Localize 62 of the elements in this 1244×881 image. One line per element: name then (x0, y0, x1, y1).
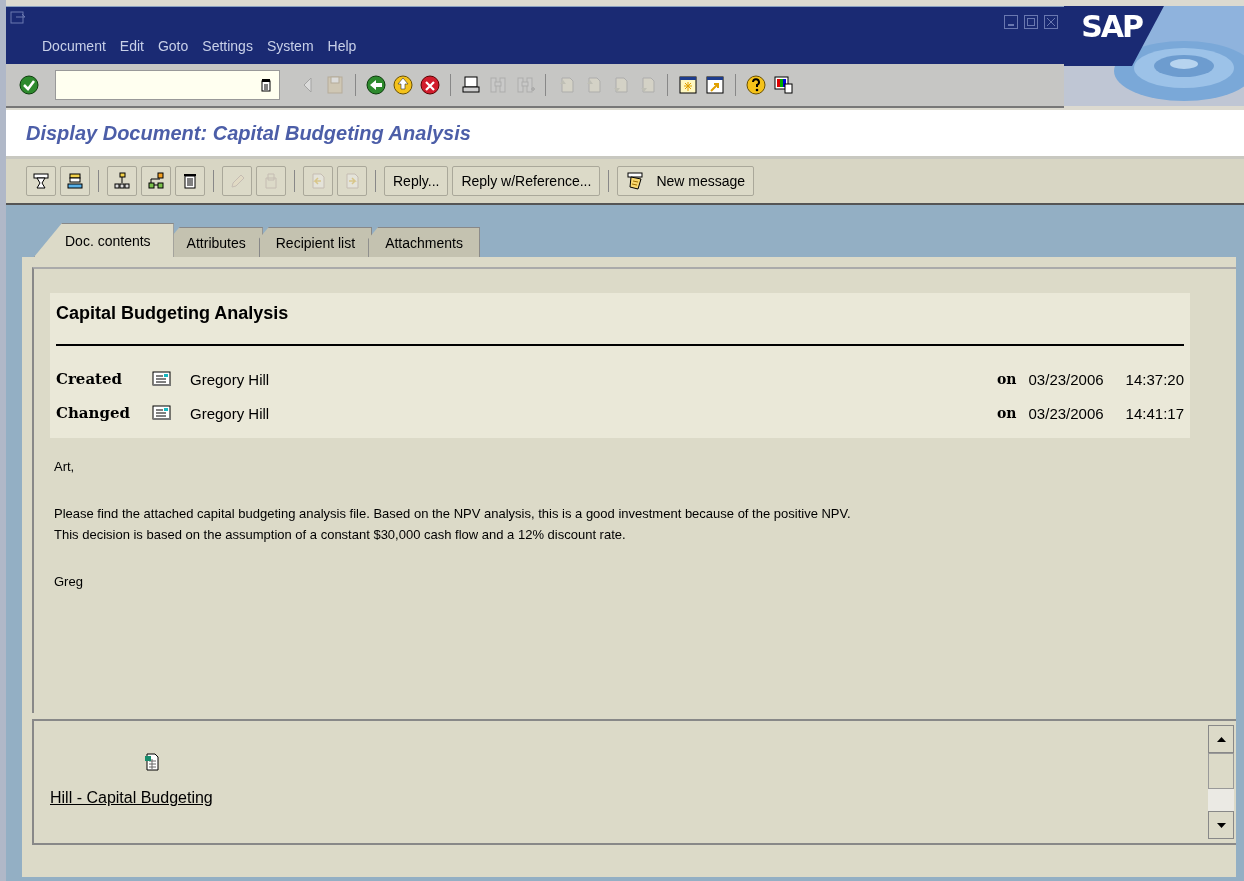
tab[interactable]: Recipient list (258, 227, 373, 257)
date-value: 03/23/2006 (1028, 404, 1104, 422)
user-card-icon[interactable] (152, 371, 172, 387)
stack-icon (66, 172, 84, 190)
user-name: Gregory Hill (190, 404, 271, 422)
time-value: 14:41:17 (1125, 404, 1184, 422)
trash-button[interactable] (175, 166, 205, 196)
document-arrow-icon (309, 172, 327, 190)
menu-item[interactable]: Goto (157, 38, 189, 54)
menu-item[interactable]: System (266, 38, 314, 54)
tab[interactable]: Doc. contents (34, 223, 174, 257)
hierarchy-icon (113, 172, 131, 190)
menu-item[interactable]: Document (42, 38, 106, 54)
field-label: Created (56, 370, 124, 388)
document-title: Capital Budgeting Analysis (56, 302, 290, 325)
monitor-icon[interactable] (772, 74, 794, 96)
menu-item[interactable]: Settings (202, 38, 253, 54)
field-label: Changed (56, 404, 131, 422)
time-value: 14:37:20 (1125, 370, 1184, 388)
exit-icon[interactable] (392, 74, 414, 96)
date-value: 03/23/2006 (1028, 370, 1104, 388)
document-print-button[interactable] (26, 166, 56, 196)
hierarchy-icon (147, 172, 165, 190)
scrollbar[interactable] (1208, 725, 1234, 839)
check-icon[interactable] (18, 74, 40, 96)
new-window-icon[interactable] (677, 74, 699, 96)
back-icon[interactable] (365, 74, 387, 96)
spreadsheet-file-icon[interactable] (144, 753, 160, 771)
help-icon[interactable] (745, 74, 767, 96)
tab[interactable]: Attachments (368, 227, 480, 257)
message-paragraph: Art, (54, 458, 76, 476)
scroll-down-icon[interactable] (1216, 822, 1226, 828)
attachment-link[interactable]: Hill - Capital Budgeting (50, 789, 213, 807)
message-paragraph: Greg (54, 573, 84, 591)
logo: SAP (1081, 10, 1142, 44)
command-field[interactable] (55, 70, 280, 100)
close-icon[interactable] (1044, 15, 1058, 29)
hierarchy-button[interactable] (107, 166, 137, 196)
window-menu-icon[interactable] (10, 11, 26, 25)
message-paragraph: Please find the attached capital budgeting analysis file. Based on the NPV analysis, this is a good investment because of the positive NPV. This decision is based on the assumption of a constant $30,000 cash flow and a 12% discount rate. (54, 505, 852, 544)
trash-icon (181, 172, 199, 190)
menu-item[interactable]: Edit (119, 38, 144, 54)
minimize-icon[interactable] (1004, 15, 1018, 29)
stack-button[interactable] (60, 166, 90, 196)
toolbar-button[interactable]: Reply w/Reference... (452, 166, 601, 196)
user-name: Gregory Hill (190, 370, 271, 388)
field-label: on (997, 371, 1017, 387)
toolbar-button[interactable]: Reply... (384, 166, 449, 196)
pencil-icon (228, 172, 246, 190)
user-card-icon[interactable] (152, 405, 172, 421)
screen-title: Display Document: Capital Budgeting Analysis (26, 121, 471, 145)
cancel-icon[interactable] (419, 74, 441, 96)
scroll-up-icon[interactable] (1216, 736, 1226, 742)
shortcut-icon[interactable] (704, 74, 726, 96)
menu-item[interactable]: Help (327, 38, 357, 54)
document-arrow-icon (343, 172, 361, 190)
hierarchy-button[interactable] (141, 166, 171, 196)
toolbar-button[interactable]: New message (617, 166, 755, 196)
maximize-icon[interactable] (1024, 15, 1038, 29)
field-label: on (997, 405, 1017, 421)
dropdown-icon[interactable] (261, 78, 271, 92)
print-icon[interactable] (460, 74, 482, 96)
